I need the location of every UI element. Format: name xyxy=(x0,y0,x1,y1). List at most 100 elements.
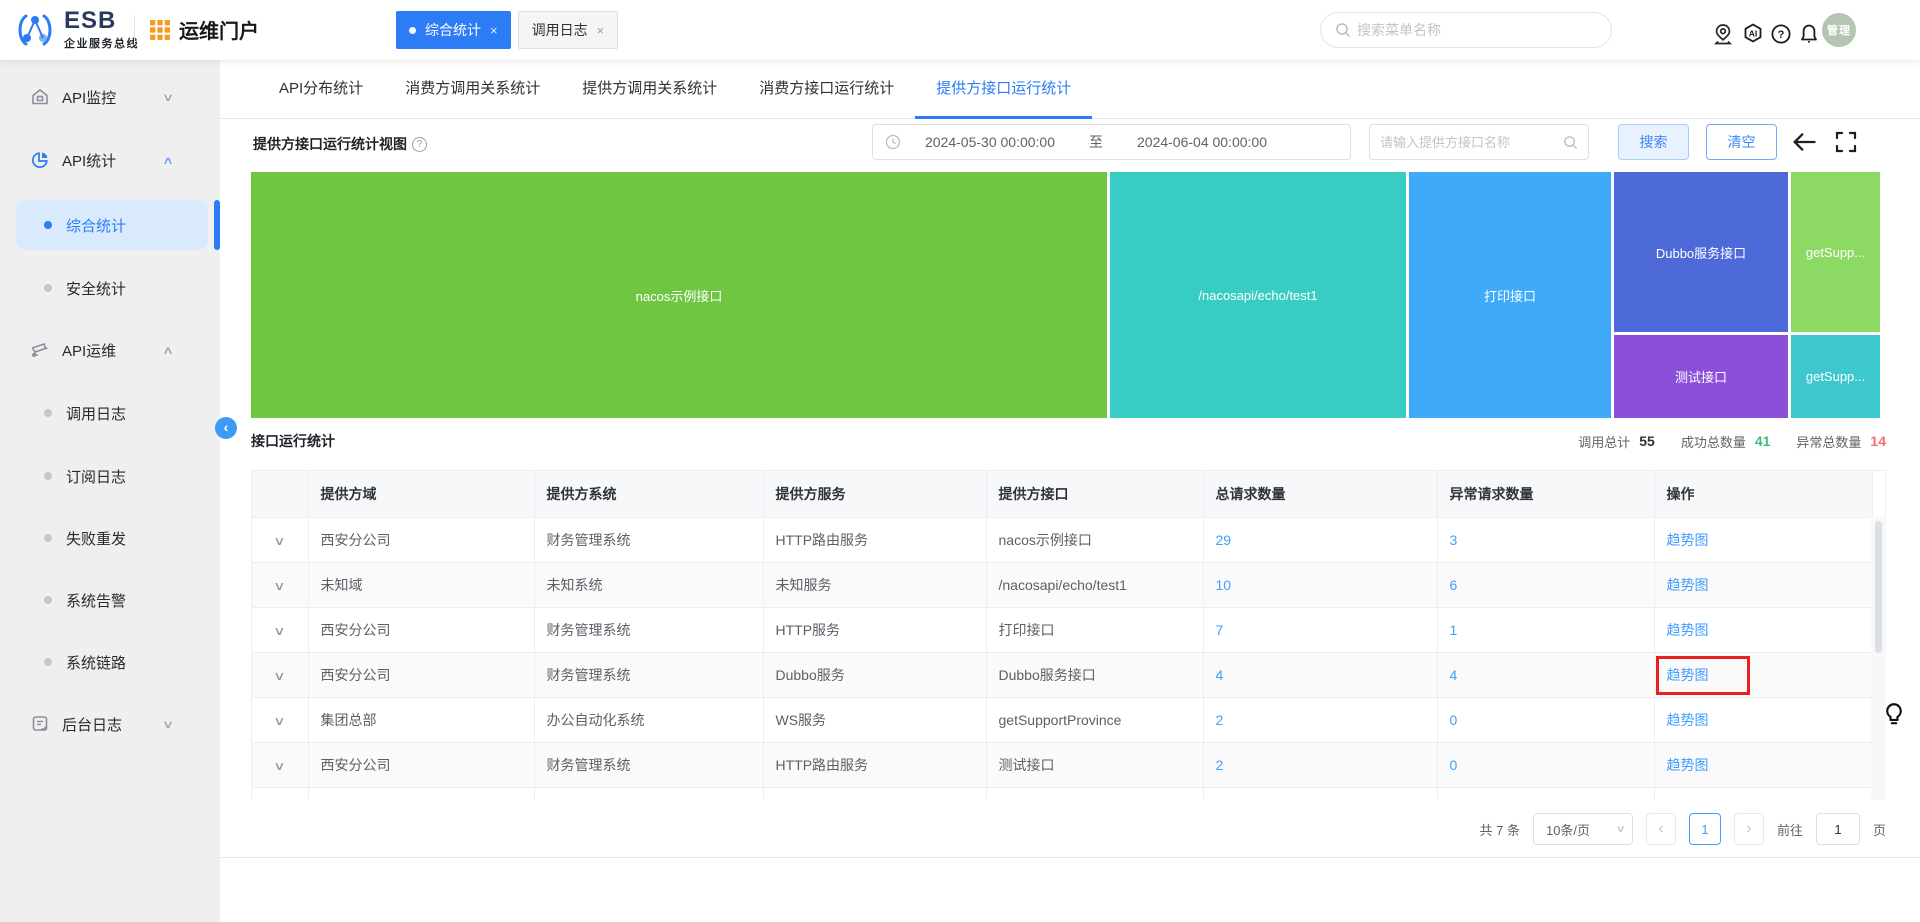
table-scrollbar-thumb[interactable] xyxy=(1875,521,1882,653)
treemap-block-nacos示例接口[interactable]: nacos示例接口 xyxy=(251,172,1107,418)
sidebar-item-综合统计[interactable]: 综合统计 xyxy=(16,200,208,250)
notification-bell-icon[interactable] xyxy=(1797,22,1821,46)
search-button[interactable]: 搜索 xyxy=(1618,124,1689,160)
prev-page-button[interactable]: ‹ xyxy=(1646,813,1676,845)
chevron-down-icon[interactable]: ∨ xyxy=(274,624,286,638)
next-page-button[interactable]: › xyxy=(1734,813,1764,845)
row-expand-cell[interactable]: ∨ xyxy=(252,607,308,652)
table-scrollbar[interactable] xyxy=(1871,517,1886,800)
error-requests-link[interactable]: 1 xyxy=(1450,622,1458,638)
page-1-button[interactable]: 1 xyxy=(1689,813,1721,845)
chevron-down-icon[interactable]: ∨ xyxy=(274,759,286,773)
sidebar-group-后台日志[interactable]: 后台日志∨ xyxy=(0,700,220,748)
sidebar-item-安全统计[interactable]: 安全统计 xyxy=(16,263,208,313)
esb-logo[interactable]: ESB 企业服务总线 xyxy=(14,9,139,51)
treemap-block-打印接口[interactable]: 打印接口 xyxy=(1409,172,1611,418)
error-requests-link[interactable]: 6 xyxy=(1450,577,1458,593)
view-help-icon[interactable]: ? xyxy=(412,137,427,152)
api-name-input[interactable] xyxy=(1380,135,1563,150)
error-requests-link[interactable]: 0 xyxy=(1450,757,1458,773)
trend-chart-link[interactable]: 趋势图 xyxy=(1667,712,1709,728)
total-requests-link[interactable]: 10 xyxy=(1216,577,1232,593)
user-avatar[interactable]: 管理 xyxy=(1822,13,1856,47)
row-expand-cell[interactable]: ∨ xyxy=(252,652,308,697)
treemap-block-label: /nacosapi/echo/test1 xyxy=(1198,288,1317,303)
treemap-block-getSupp...[interactable]: getSupp... xyxy=(1791,335,1880,418)
logo-title: ESB xyxy=(64,9,139,33)
close-icon[interactable]: × xyxy=(597,23,605,38)
window-tab-综合统计[interactable]: 综合统计× xyxy=(396,11,511,49)
portal-home[interactable]: 运维门户 xyxy=(150,15,259,44)
sidebar-group-API监控[interactable]: API监控∨ xyxy=(0,73,220,121)
row-expand-cell[interactable]: ∨ xyxy=(252,787,308,800)
sidebar-item-label: 系统告警 xyxy=(66,590,126,611)
window-tab-调用日志[interactable]: 调用日志× xyxy=(518,11,619,49)
table-row: ∨西安分公司财务管理系统HTTP路由服务测试接口20趋势图 xyxy=(252,742,1872,787)
error-requests-link[interactable]: 0 xyxy=(1450,712,1458,728)
row-expand-cell[interactable]: ∨ xyxy=(252,742,308,787)
sidebar-group-label: API统计 xyxy=(62,150,116,171)
back-arrow-icon[interactable] xyxy=(1790,128,1818,161)
sidebar-collapse-button[interactable]: ‹ xyxy=(215,417,237,439)
total-requests-link[interactable]: 2 xyxy=(1216,757,1224,773)
tab-提供方接口运行统计[interactable]: 提供方接口运行统计 xyxy=(915,60,1092,118)
error-requests-link[interactable]: 4 xyxy=(1450,667,1458,683)
location-pin-icon[interactable] xyxy=(1711,22,1735,46)
sidebar-group-API统计[interactable]: API统计∧ xyxy=(0,136,220,184)
close-icon[interactable]: × xyxy=(490,23,498,38)
lightbulb-tips-icon[interactable] xyxy=(1881,701,1907,727)
api-name-filter[interactable] xyxy=(1369,124,1589,160)
help-icon[interactable]: ? xyxy=(1769,22,1793,46)
chevron-up-icon: ∧ xyxy=(162,344,174,357)
trend-chart-link[interactable]: 趋势图 xyxy=(1667,757,1709,773)
cell-total: 10 xyxy=(1203,562,1437,607)
menu-search-input[interactable] xyxy=(1357,22,1597,38)
provider-api-treemap: nacos示例接口/nacosapi/echo/test1 打印接口Dubbo服务… xyxy=(251,172,1880,418)
total-requests-link[interactable]: 29 xyxy=(1216,532,1232,548)
chevron-down-icon[interactable]: ∨ xyxy=(274,534,286,548)
chevron-down-icon[interactable]: ∨ xyxy=(274,669,286,683)
chevron-down-icon[interactable]: ∨ xyxy=(274,714,286,728)
sidebar-item-系统告警[interactable]: 系统告警 xyxy=(16,575,208,625)
date-start[interactable]: 2024-05-30 00:00:00 xyxy=(925,134,1055,150)
page-size-select[interactable]: 10条/页 ∨ xyxy=(1533,813,1633,845)
tab-消费方接口运行统计[interactable]: 消费方接口运行统计 xyxy=(738,60,915,118)
cell-domain: 西安分公司 xyxy=(308,607,534,652)
sidebar-item-label: 系统链路 xyxy=(66,652,126,673)
date-end[interactable]: 2024-06-04 00:00:00 xyxy=(1137,134,1267,150)
treemap-block-Dubbo服务接口[interactable]: Dubbo服务接口 xyxy=(1614,172,1788,332)
item-dot xyxy=(44,472,52,480)
sidebar-item-失败重发[interactable]: 失败重发 xyxy=(16,513,208,563)
sidebar-item-系统链路[interactable]: 系统链路 xyxy=(16,637,208,687)
tab-提供方调用关系统计[interactable]: 提供方调用关系统计 xyxy=(561,60,738,118)
row-expand-cell[interactable]: ∨ xyxy=(252,517,308,562)
chevron-down-icon[interactable]: ∨ xyxy=(274,579,286,593)
error-total: 14 xyxy=(1870,433,1886,449)
treemap-block-getSupp...[interactable]: getSupp... xyxy=(1791,172,1880,332)
tab-消费方调用关系统计[interactable]: 消费方调用关系统计 xyxy=(384,60,561,118)
error-requests-link[interactable]: 3 xyxy=(1450,532,1458,548)
goto-page-input[interactable] xyxy=(1816,813,1860,845)
row-expand-cell[interactable]: ∨ xyxy=(252,697,308,742)
sidebar-item-调用日志[interactable]: 调用日志 xyxy=(16,388,208,438)
total-requests-link[interactable]: 2 xyxy=(1216,712,1224,728)
trend-chart-link[interactable]: 趋势图 xyxy=(1667,532,1709,548)
fullscreen-icon[interactable] xyxy=(1834,130,1858,159)
clear-button[interactable]: 清空 xyxy=(1706,124,1777,160)
trend-chart-link[interactable]: 趋势图 xyxy=(1667,622,1709,638)
treemap-block-测试接口[interactable]: 测试接口 xyxy=(1614,335,1788,418)
ai-assistant-icon[interactable]: AI xyxy=(1741,22,1765,46)
trend-chart-link[interactable]: 趋势图 xyxy=(1667,577,1709,593)
sidebar-item-订阅日志[interactable]: 订阅日志 xyxy=(16,451,208,501)
table-row: ∨未知域未知系统未知服务/nacosapi/echo/test1106趋势图 xyxy=(252,562,1872,607)
cell-action: 趋势图 xyxy=(1654,697,1872,742)
sidebar-group-API运维[interactable]: API运维∧ xyxy=(0,326,220,374)
row-expand-cell[interactable]: ∨ xyxy=(252,562,308,607)
total-requests-link[interactable]: 4 xyxy=(1216,667,1224,683)
treemap-block-/nacosapi/echo/test1[interactable]: /nacosapi/echo/test1 xyxy=(1110,172,1406,418)
total-requests-link[interactable]: 7 xyxy=(1216,622,1224,638)
date-range-picker[interactable]: 2024-05-30 00:00:00 至 2024-06-04 00:00:0… xyxy=(872,124,1351,160)
pagination-bar: 共 7 条 10条/页 ∨ ‹ 1 › 前往 页 xyxy=(251,811,1886,847)
tab-API分布统计[interactable]: API分布统计 xyxy=(258,60,384,118)
menu-search-box[interactable] xyxy=(1320,12,1612,48)
